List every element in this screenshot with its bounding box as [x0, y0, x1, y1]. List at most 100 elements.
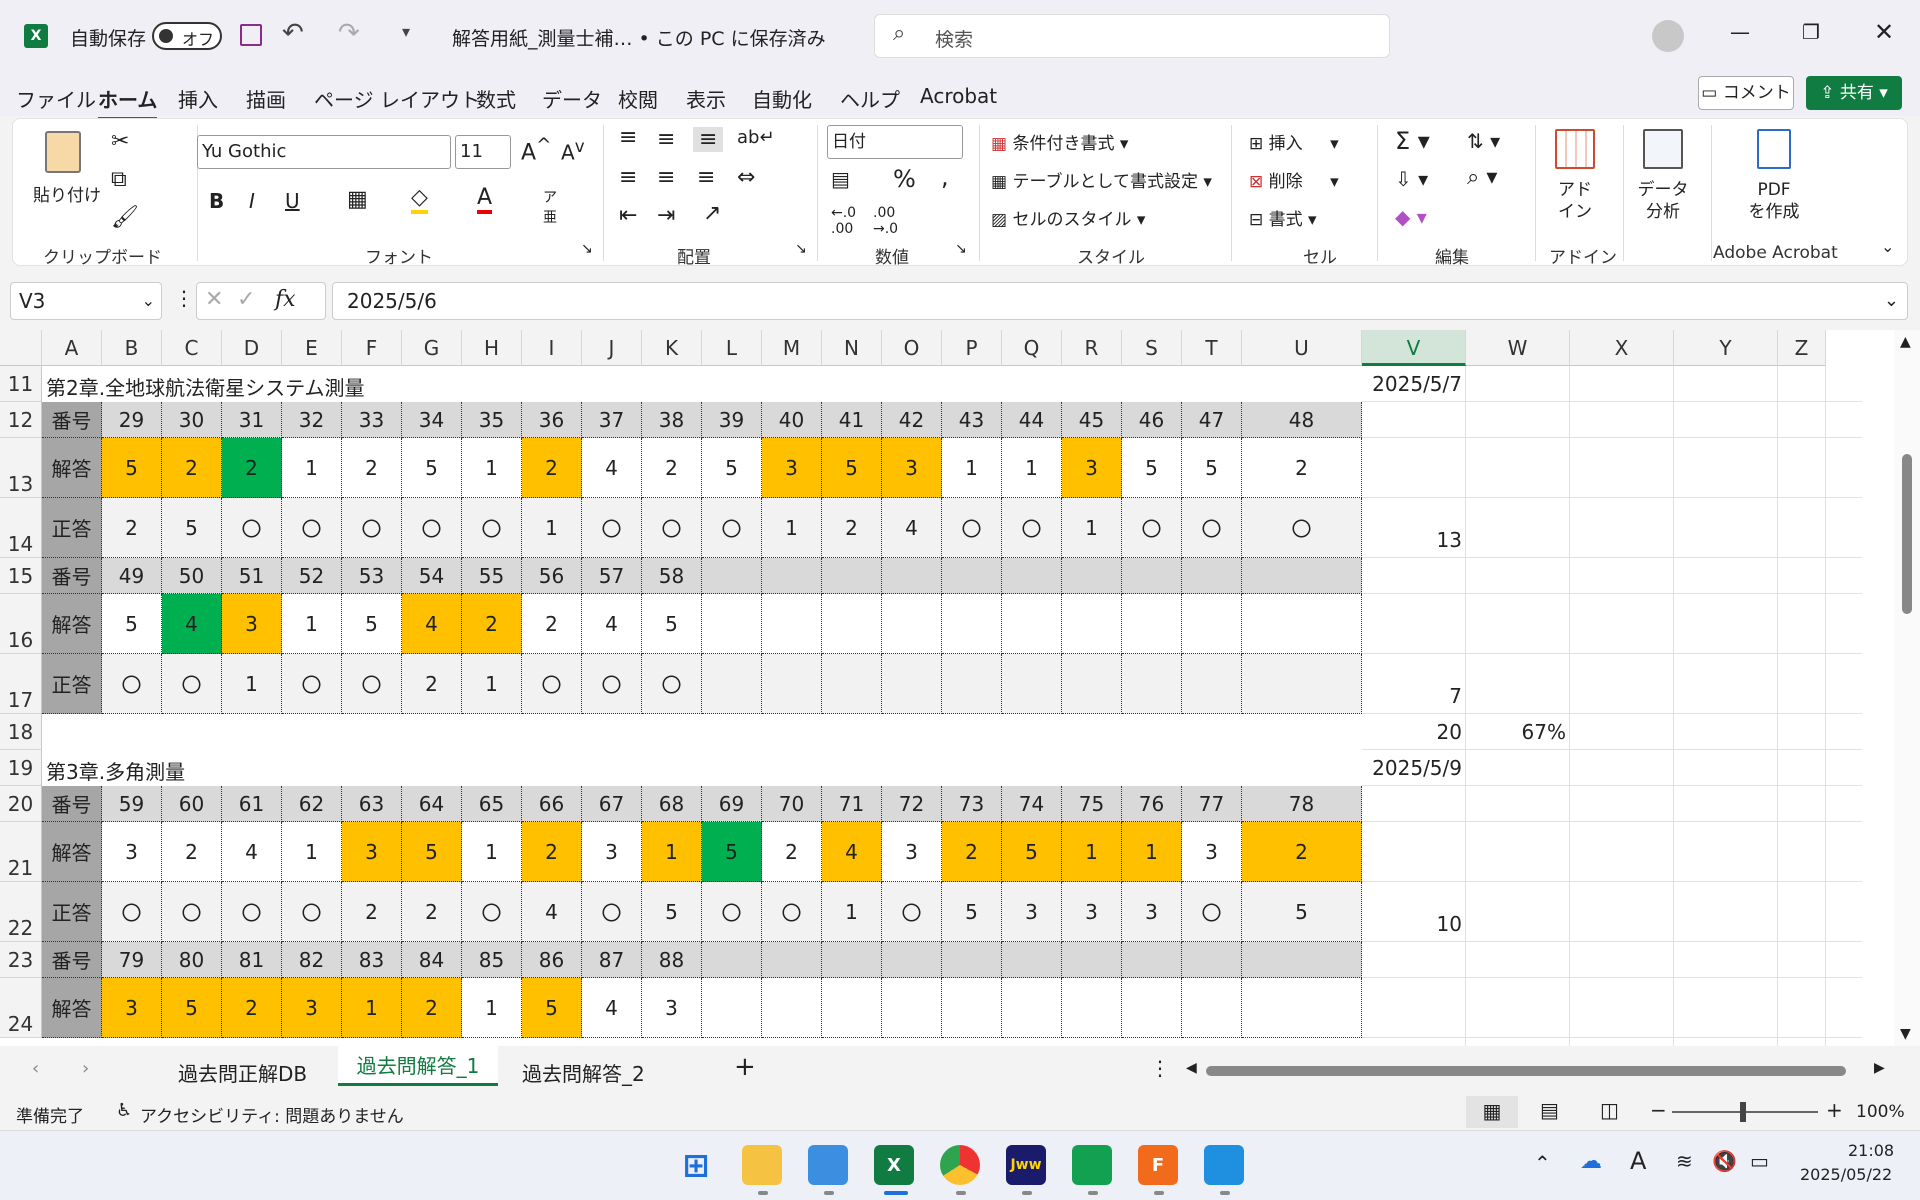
wrap-text-icon[interactable]: ab↵ — [737, 127, 775, 148]
zoom-slider-thumb[interactable] — [1740, 1102, 1746, 1122]
answer-cell[interactable]: 5 — [702, 438, 762, 498]
answer-cell[interactable]: 5 — [102, 438, 162, 498]
account-avatar[interactable] — [1652, 20, 1684, 52]
label-answer[interactable]: 解答 — [42, 438, 102, 498]
paste-icon[interactable] — [45, 131, 81, 173]
answer-cell[interactable]: 5 — [342, 594, 402, 654]
accounting-format-icon[interactable]: ▤ — [831, 167, 850, 191]
correct-answer-cell[interactable]: 3 — [1002, 882, 1062, 942]
column-header[interactable]: E — [282, 330, 342, 366]
correct-answer-cell[interactable]: 5 — [642, 882, 702, 942]
answer-cell[interactable]: 5 — [402, 822, 462, 882]
score-cell[interactable]: 7 — [1362, 684, 1462, 708]
menu-file[interactable]: ファイル — [16, 84, 96, 113]
question-number-cell[interactable]: 59 — [102, 786, 162, 822]
column-header[interactable]: Q — [1002, 330, 1062, 366]
row-header[interactable]: 22 — [0, 882, 42, 942]
scroll-down-icon[interactable]: ▼ — [1900, 1026, 1911, 1042]
chapter2-date[interactable]: 2025/5/7 — [1362, 372, 1462, 396]
correct-answer-cell[interactable] — [1122, 654, 1182, 714]
column-header[interactable]: V — [1362, 330, 1466, 366]
question-number-cell[interactable] — [1002, 558, 1062, 594]
correct-answer-cell[interactable]: 〇 — [582, 498, 642, 558]
select-all-corner[interactable] — [0, 330, 42, 366]
question-number-cell[interactable]: 41 — [822, 402, 882, 438]
question-number-cell[interactable]: 51 — [222, 558, 282, 594]
question-number-cell[interactable]: 38 — [642, 402, 702, 438]
question-number-cell[interactable]: 62 — [282, 786, 342, 822]
answer-cell[interactable]: 1 — [462, 978, 522, 1038]
row-header[interactable]: 20 — [0, 786, 42, 822]
correct-answer-cell[interactable]: 〇 — [102, 882, 162, 942]
sheet-tab-2[interactable]: 過去問解答_1 — [338, 1046, 498, 1086]
clear-icon[interactable]: ◆ ▾ — [1395, 205, 1427, 229]
create-pdf-icon[interactable] — [1757, 129, 1791, 169]
correct-answer-cell[interactable] — [702, 654, 762, 714]
correct-answer-cell[interactable]: 〇 — [942, 498, 1002, 558]
column-header[interactable]: T — [1182, 330, 1242, 366]
correct-answer-cell[interactable]: 〇 — [462, 882, 522, 942]
question-number-cell[interactable]: 79 — [102, 942, 162, 978]
column-header[interactable]: A — [42, 330, 102, 366]
question-number-cell[interactable]: 88 — [642, 942, 702, 978]
column-header[interactable]: Y — [1674, 330, 1778, 366]
correct-answer-cell[interactable]: 〇 — [342, 498, 402, 558]
answer-cell[interactable] — [1002, 978, 1062, 1038]
menu-insert[interactable]: 挿入 — [178, 84, 218, 113]
decrease-decimal-icon[interactable]: .00 →.0 — [873, 205, 898, 237]
correct-answer-cell[interactable]: 5 — [942, 882, 1002, 942]
phonetic-icon[interactable]: ア亜 — [543, 187, 557, 227]
correct-answer-cell[interactable]: 1 — [462, 654, 522, 714]
enter-icon[interactable]: ✓ — [237, 287, 255, 312]
expand-formula-icon[interactable]: ⌄ — [1884, 283, 1899, 319]
question-number-cell[interactable] — [882, 942, 942, 978]
label-answer[interactable]: 解答 — [42, 978, 102, 1038]
question-number-cell[interactable]: 48 — [1242, 402, 1362, 438]
question-number-cell[interactable]: 72 — [882, 786, 942, 822]
question-number-cell[interactable]: 61 — [222, 786, 282, 822]
column-header[interactable]: Z — [1778, 330, 1826, 366]
answer-cell[interactable]: 5 — [1002, 822, 1062, 882]
question-number-cell[interactable] — [1122, 558, 1182, 594]
ime-icon[interactable]: A — [1630, 1147, 1646, 1175]
answer-cell[interactable]: 2 — [222, 978, 282, 1038]
cell-styles-button[interactable]: ▨ セルのスタイル ▾ — [991, 205, 1145, 230]
font-color-icon[interactable]: A — [477, 185, 493, 214]
decrease-indent-icon[interactable]: ⇤ — [619, 203, 637, 228]
copy-icon[interactable]: ⧉ — [111, 167, 127, 192]
hscroll-left-icon[interactable]: ◀ — [1186, 1060, 1197, 1076]
prev-sheet-icon[interactable]: ‹ — [32, 1058, 39, 1079]
merge-center-icon[interactable]: ⇔ — [737, 165, 755, 190]
chrome-icon[interactable] — [940, 1145, 980, 1185]
sheet-tab-1[interactable]: 過去問正解DB — [178, 1058, 307, 1087]
correct-answer-cell[interactable]: 〇 — [222, 882, 282, 942]
correct-answer-cell[interactable]: 2 — [822, 498, 882, 558]
question-number-cell[interactable] — [1242, 942, 1362, 978]
correct-answer-cell[interactable]: 〇 — [342, 654, 402, 714]
score-cell[interactable]: 13 — [1362, 528, 1462, 552]
answer-cell[interactable]: 2 — [762, 822, 822, 882]
question-number-cell[interactable] — [1242, 558, 1362, 594]
question-number-cell[interactable]: 81 — [222, 942, 282, 978]
correct-answer-cell[interactable]: 2 — [402, 654, 462, 714]
question-number-cell[interactable]: 60 — [162, 786, 222, 822]
scroll-thumb[interactable] — [1902, 454, 1912, 614]
column-header[interactable]: F — [342, 330, 402, 366]
answer-cell[interactable]: 2 — [342, 438, 402, 498]
bold-icon[interactable]: B — [209, 189, 224, 213]
answer-cell[interactable]: 4 — [402, 594, 462, 654]
question-number-cell[interactable]: 63 — [342, 786, 402, 822]
save-icon[interactable] — [240, 24, 262, 46]
correct-answer-cell[interactable]: 〇 — [702, 498, 762, 558]
answer-cell[interactable]: 1 — [342, 978, 402, 1038]
answer-cell[interactable]: 4 — [582, 594, 642, 654]
increase-indent-icon[interactable]: ⇥ — [657, 203, 675, 228]
question-number-cell[interactable] — [762, 942, 822, 978]
question-number-cell[interactable]: 47 — [1182, 402, 1242, 438]
minimize-icon[interactable]: — — [1730, 20, 1750, 44]
vscode-icon[interactable] — [1204, 1145, 1244, 1185]
percentage-cell[interactable]: 67% — [1466, 720, 1566, 744]
format-cells-button[interactable]: ⊟ 書式 ▾ — [1249, 205, 1317, 230]
answer-cell[interactable]: 2 — [642, 438, 702, 498]
correct-answer-cell[interactable] — [1182, 654, 1242, 714]
